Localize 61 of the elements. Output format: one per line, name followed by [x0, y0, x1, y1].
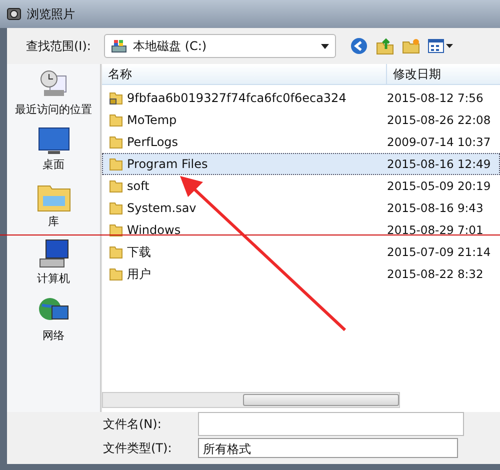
look-in-label: 查找范围(I): [26, 38, 92, 54]
file-row[interactable]: 下载 2015-07-09 21:14 [102, 241, 500, 263]
file-name: MoTemp [127, 113, 177, 127]
file-row[interactable]: Program Files 2015-08-16 12:49 [102, 153, 500, 175]
modified-date: 2015-08-26 22:08 [386, 113, 491, 127]
file-type-label: 文件类型(T): [103, 440, 173, 456]
file-row[interactable]: System.sav 2015-08-16 9:43 [102, 197, 500, 219]
horizontal-scrollbar[interactable] [102, 392, 400, 408]
camera-icon [7, 7, 21, 21]
file-name-field[interactable] [198, 412, 464, 436]
modified-date: 2015-05-09 20:19 [386, 179, 491, 193]
file-name: Program Files [127, 157, 208, 171]
look-in-dropdown[interactable]: 本地磁盘 (C:) [104, 34, 336, 58]
file-row[interactable]: PerfLogs 2009-07-14 10:37 [102, 131, 500, 153]
modified-date: 2015-08-16 12:49 [386, 157, 491, 171]
file-name: 9fbfaa6b019327f74fca6fc0f6eca324 [127, 91, 346, 105]
modified-date: 2015-08-16 9:43 [386, 201, 484, 215]
modified-date: 2015-08-22 8:32 [386, 267, 484, 281]
drive-icon [111, 39, 127, 53]
file-name: 下载 [127, 244, 151, 260]
folder-icon [109, 267, 123, 281]
file-row[interactable]: soft 2015-05-09 20:19 [102, 175, 500, 197]
new-folder-icon[interactable] [402, 38, 420, 54]
file-name: Windows [127, 223, 181, 237]
file-row[interactable]: Windows 2015-08-29 7:01 [102, 219, 500, 241]
folder-icon [109, 245, 123, 259]
caret-icon [321, 44, 329, 48]
place-item[interactable]: 计算机 [37, 239, 70, 286]
back-icon[interactable] [350, 37, 368, 55]
scrollbar-thumb[interactable] [243, 394, 399, 406]
folder-icon [109, 157, 123, 171]
file-name: PerfLogs [127, 135, 178, 149]
folder-icon [109, 201, 123, 215]
modified-date: 2015-08-29 7:01 [386, 223, 484, 237]
locked-folder-icon [109, 91, 123, 105]
folder-icon [109, 223, 123, 237]
up-folder-icon[interactable] [376, 37, 394, 55]
file-name: System.sav [127, 201, 196, 215]
column-header[interactable]: 名称 [102, 64, 387, 84]
file-name-label: 文件名(N): [103, 416, 162, 432]
window-title: 浏览照片 [27, 6, 75, 22]
place-item[interactable]: 桌面 [38, 127, 70, 172]
modified-date: 2015-07-09 21:14 [386, 245, 491, 259]
folder-icon [109, 135, 123, 149]
view-menu-icon[interactable] [428, 39, 454, 53]
computer-icon [38, 239, 70, 269]
file-name: soft [127, 179, 150, 193]
file-row[interactable]: MoTemp 2015-08-26 22:08 [102, 109, 500, 131]
column-header[interactable]: 修改日期 [387, 64, 447, 84]
place-item[interactable]: 网络 [38, 296, 70, 343]
file-row[interactable]: 9fbfaa6b019327f74fca6fc0f6eca324 2015-08-12 7:56 [102, 87, 500, 109]
monitor-icon [38, 127, 70, 155]
folder-icon [109, 113, 123, 127]
file-name: 用户 [127, 266, 151, 282]
modified-date: 2015-08-12 7:56 [386, 91, 484, 105]
folder-icon [109, 179, 123, 193]
file-type-dropdown[interactable]: 所有格式 [198, 438, 458, 458]
place-item[interactable]: 最近访问的位置 [15, 68, 92, 117]
modified-date: 2009-07-14 10:37 [386, 135, 491, 149]
file-row[interactable]: 用户 2015-08-22 8:32 [102, 263, 500, 285]
place-item[interactable]: 库 [36, 182, 70, 229]
